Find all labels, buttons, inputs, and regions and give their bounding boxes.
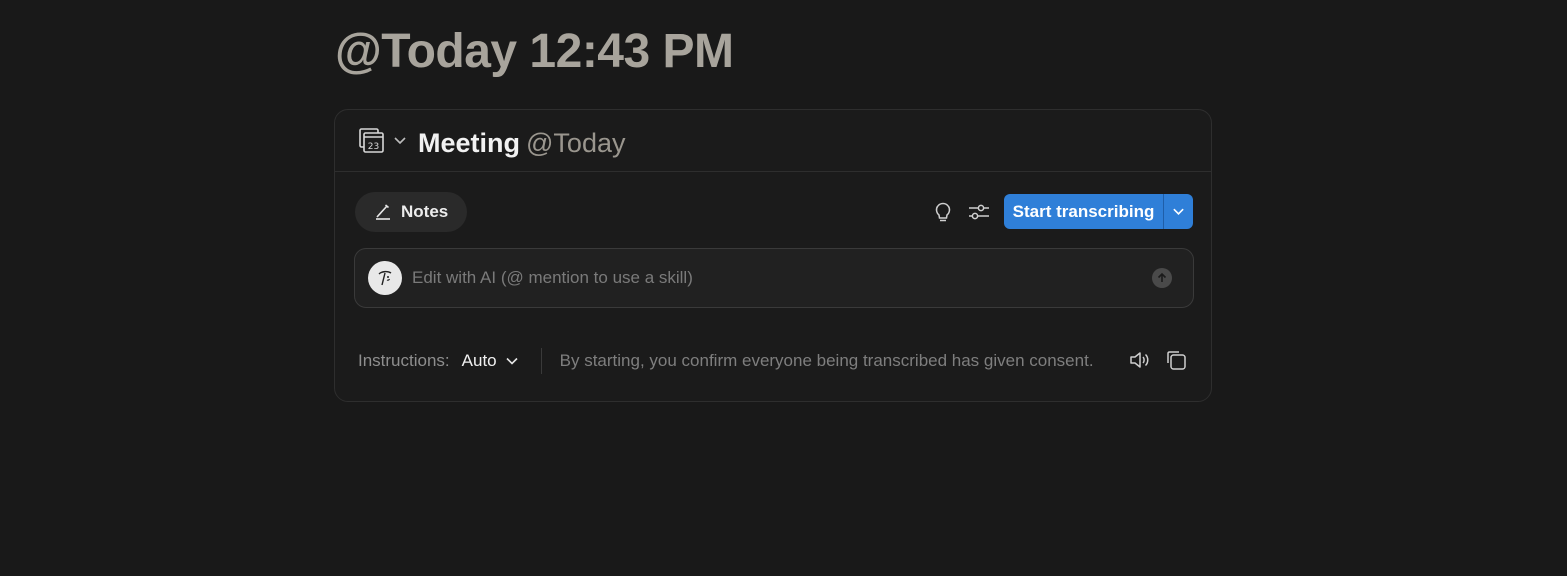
notes-label: Notes — [401, 202, 449, 221]
arrow-up-icon — [1157, 272, 1167, 282]
page-title: @Today 12:43 PM — [335, 25, 734, 78]
calendar-icon[interactable]: 23 — [359, 128, 385, 154]
copy-icon[interactable] — [1164, 348, 1188, 372]
date-mention[interactable]: @Today — [526, 128, 625, 158]
chevron-down-icon — [506, 357, 518, 365]
ai-edit-input[interactable] — [412, 264, 1132, 292]
meeting-title-text: Meeting — [418, 128, 521, 158]
speaker-icon[interactable] — [1128, 348, 1152, 372]
footer-row: Instructions: Auto By starting, you conf… — [358, 348, 1094, 374]
notes-button[interactable]: Notes — [355, 192, 468, 232]
start-options-button[interactable] — [1163, 194, 1193, 229]
instructions-label: Instructions: — [358, 351, 450, 370]
lightbulb-icon[interactable] — [930, 199, 956, 225]
instructions-value: Auto — [461, 351, 497, 370]
ai-edit-box — [354, 248, 1194, 308]
ai-avatar-icon — [368, 261, 402, 295]
pen-icon — [376, 204, 390, 220]
divider — [540, 348, 542, 374]
start-transcribing-button[interactable]: Start transcribing — [1004, 194, 1163, 229]
meeting-title[interactable]: Meeting @Today — [418, 126, 625, 160]
start-transcribing-split-button: Start transcribing — [1004, 194, 1193, 229]
sliders-icon[interactable] — [966, 199, 992, 225]
chevron-down-icon[interactable] — [393, 134, 407, 148]
consent-text: By starting, you confirm everyone being … — [559, 351, 1094, 370]
card-header: 23 Meeting @Today — [335, 110, 1211, 172]
calendar-day-text: 23 — [368, 142, 379, 152]
meeting-card: 23 Meeting @Today Notes Start transcribin… — [334, 109, 1212, 402]
chevron-down-icon — [1173, 208, 1184, 215]
instructions-select[interactable]: Auto — [462, 351, 519, 371]
send-button[interactable] — [1152, 268, 1172, 288]
